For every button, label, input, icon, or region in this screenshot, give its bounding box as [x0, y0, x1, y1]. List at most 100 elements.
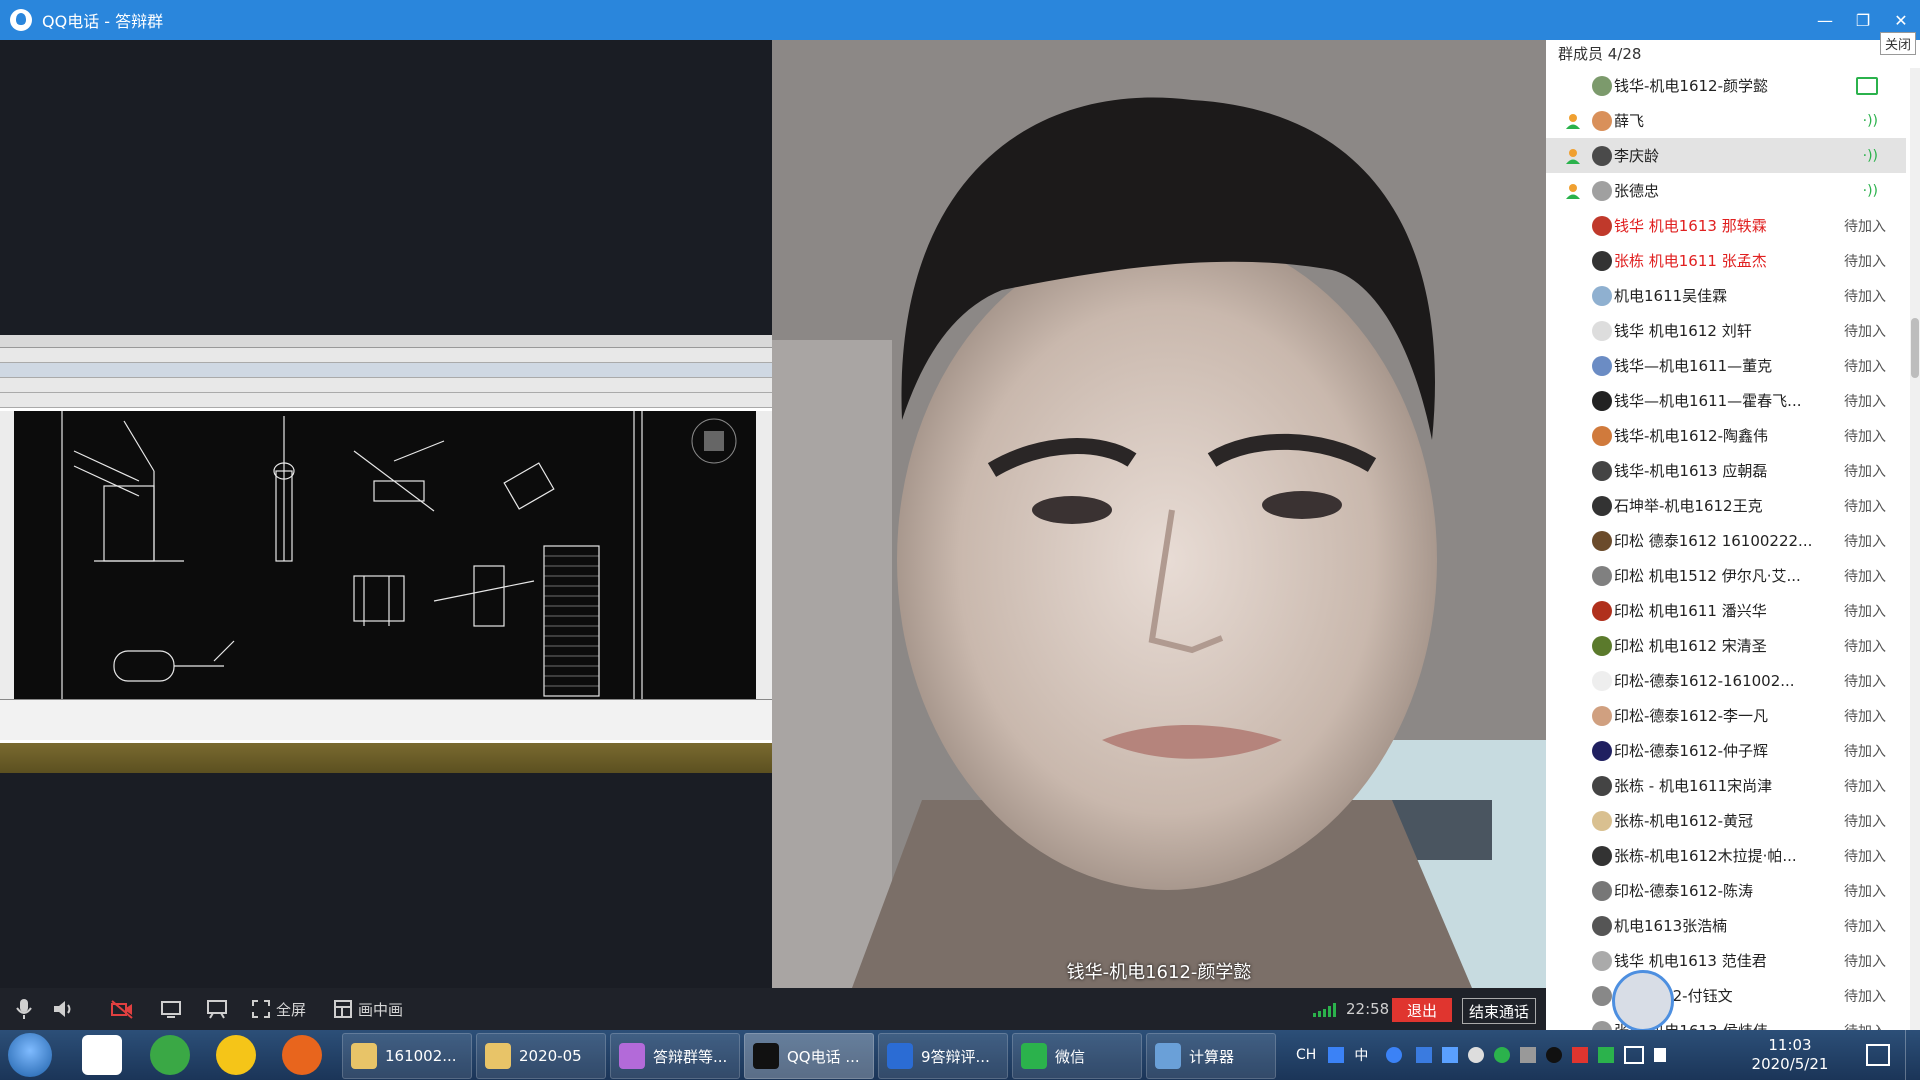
member-row[interactable]: 钱华 机电1612 刘轩 待加入 [1546, 313, 1906, 348]
member-row[interactable]: 印松-德泰1612-陈涛 待加入 [1546, 873, 1906, 908]
member-avatar [1592, 530, 1612, 551]
member-status: 待加入 [1844, 463, 1886, 480]
member-row[interactable]: 张德忠 ·)) [1546, 173, 1906, 208]
member-row[interactable]: 钱华—机电1611—董克 待加入 [1546, 348, 1906, 383]
end-call-button[interactable]: 结束通话 [1462, 998, 1536, 1024]
member-row[interactable]: 钱华-机电1612-颜学懿 [1546, 68, 1906, 103]
network-icon[interactable] [1624, 1046, 1645, 1064]
member-row[interactable]: 钱华-机电1613 应朝磊 待加入 [1546, 453, 1906, 488]
member-status: 待加入 [1844, 323, 1886, 340]
show-desktop-button[interactable] [1905, 1030, 1920, 1080]
member-row[interactable]: 印松 机电1611 潘兴华 待加入 [1546, 593, 1906, 628]
scrollbar-thumb[interactable] [1911, 318, 1919, 378]
fullscreen-button[interactable]: 全屏 [252, 988, 306, 1030]
member-avatar [1592, 1020, 1612, 1030]
member-name: 钱华 机电1613 那轶霖 [1614, 217, 1767, 235]
tray-icon-5[interactable] [1598, 1047, 1615, 1063]
member-status: 待加入 [1844, 218, 1886, 235]
member-list-scrollbar[interactable] [1910, 68, 1920, 1030]
taskbar-item[interactable]: 9答辩评... [878, 1033, 1008, 1079]
member-row[interactable]: 李庆龄 ·)) [1546, 138, 1906, 173]
member-status: 待加入 [1844, 533, 1886, 550]
member-row[interactable]: 印松-德泰1612-161002... 待加入 [1546, 663, 1906, 698]
member-avatar [1592, 985, 1612, 1006]
floating-self-avatar[interactable] [1612, 970, 1674, 1032]
member-status: 待加入 [1844, 1021, 1886, 1031]
search-tray-icon[interactable] [1328, 1047, 1345, 1063]
taskbar-item-label: 微信 [1055, 1047, 1086, 1066]
member-row[interactable]: 钱华-机电1612-陶鑫伟 待加入 [1546, 418, 1906, 453]
taskbar-item[interactable]: 微信 [1012, 1033, 1142, 1079]
member-row[interactable]: 张栋-机电1612木拉提·帕... 待加入 [1546, 838, 1906, 873]
title-bar: QQ电话 - 答辩群 — ❐ ✕ [0, 0, 1920, 40]
member-row[interactable]: 机电1611吴佳霖 待加入 [1546, 278, 1906, 313]
speaker-button[interactable] [52, 988, 74, 1030]
member-avatar [1592, 320, 1612, 341]
ime-language[interactable]: CH [1296, 1047, 1316, 1063]
member-name: 张栋 - 机电1611宋尚津 [1614, 777, 1773, 795]
member-avatar [1592, 495, 1612, 516]
member-row[interactable]: 钱华—机电1611—霍春飞... 待加入 [1546, 383, 1906, 418]
taskbar-item[interactable]: 计算器 [1146, 1033, 1276, 1079]
voice-active-icon: ·)) [1862, 112, 1878, 129]
member-row[interactable]: 印松-德泰1612-李一凡 待加入 [1546, 698, 1906, 733]
baidu-netdisk-icon[interactable] [82, 1035, 122, 1075]
member-row[interactable]: 钱华 机电1613 那轶霖 待加入 [1546, 208, 1906, 243]
member-row[interactable]: 张栋-机电1613-侯炜伟待加入 [1546, 1013, 1906, 1030]
member-avatar [1592, 110, 1612, 131]
browser-360-icon[interactable] [150, 1035, 190, 1075]
shield-icon[interactable] [1442, 1047, 1459, 1063]
help-icon[interactable] [1386, 1047, 1403, 1063]
member-row[interactable]: 张栋 - 机电1611宋尚津 待加入 [1546, 768, 1906, 803]
member-row[interactable]: 印松-德泰1612-仲子辉 待加入 [1546, 733, 1906, 768]
tray-icon-1[interactable] [1416, 1047, 1433, 1063]
member-avatar [1592, 355, 1612, 376]
microphone-button[interactable] [14, 988, 34, 1030]
member-row[interactable]: 机电1612-付钰文待加入 [1546, 978, 1906, 1013]
exit-button[interactable]: 退出 [1392, 998, 1452, 1022]
qq-music-icon[interactable] [216, 1035, 256, 1075]
member-row[interactable]: 钱华 机电1613 范佳君 待加入 [1546, 943, 1906, 978]
member-row[interactable]: 石坤举-机电1612王克 待加入 [1546, 488, 1906, 523]
taskbar-item[interactable]: 答辩群等... [610, 1033, 740, 1079]
member-row[interactable]: 张栋-机电1612-黄冠 待加入 [1546, 803, 1906, 838]
taskbar-item[interactable]: 2020-05 [476, 1033, 606, 1079]
start-button[interactable] [8, 1033, 52, 1077]
member-row[interactable]: 印松 机电1612 宋清圣 待加入 [1546, 628, 1906, 663]
volume-icon[interactable] [1654, 1048, 1667, 1062]
tray-icon-3[interactable] [1520, 1047, 1537, 1063]
member-avatar [1592, 950, 1612, 971]
tray-icon-2[interactable] [1468, 1047, 1485, 1063]
qq-tray-icon[interactable] [1546, 1047, 1563, 1063]
member-avatar [1592, 635, 1612, 656]
member-avatar [1592, 600, 1612, 621]
video-feed: 钱华-机电1612-颜学懿 [772, 40, 1546, 988]
call-duration: 22:58 [1346, 1000, 1390, 1018]
ime-mode[interactable]: 中 [1354, 1045, 1368, 1065]
member-name: 钱华-机电1612-陶鑫伟 [1614, 427, 1768, 445]
taskbar-item[interactable]: QQ电话 ... [744, 1033, 874, 1079]
taskbar-item[interactable]: 161002... [342, 1033, 472, 1079]
member-status: 待加入 [1844, 638, 1886, 655]
member-row[interactable]: 印松 德泰1612 16100222... 待加入 [1546, 523, 1906, 558]
firefox-icon[interactable] [282, 1035, 322, 1075]
cad-command-line [0, 699, 772, 740]
screen-share-button[interactable] [160, 988, 182, 1030]
picture-in-picture-button[interactable]: 画中画 [334, 988, 403, 1030]
member-row[interactable]: 机电1613张浩楠 待加入 [1546, 908, 1906, 943]
taskbar-clock[interactable]: 11:03 2020/5/21 [1740, 1036, 1840, 1074]
member-avatar [1592, 880, 1612, 901]
tray-icon-4[interactable] [1572, 1047, 1589, 1063]
notification-button[interactable] [1866, 1030, 1890, 1080]
member-row[interactable]: 张栋 机电1611 张孟杰 待加入 [1546, 243, 1906, 278]
camera-off-button[interactable] [110, 988, 134, 1030]
member-row[interactable]: 薛飞 ·)) [1546, 103, 1906, 138]
minimize-button[interactable]: — [1806, 0, 1844, 40]
member-avatar [1592, 565, 1612, 586]
wechat-tray-icon[interactable] [1494, 1047, 1511, 1063]
member-avatar [1592, 670, 1612, 691]
member-row[interactable]: 印松 机电1512 伊尔凡·艾... 待加入 [1546, 558, 1906, 593]
whiteboard-button[interactable] [206, 988, 228, 1030]
restore-button[interactable]: ❐ [1844, 0, 1882, 40]
member-avatar [1592, 390, 1612, 411]
